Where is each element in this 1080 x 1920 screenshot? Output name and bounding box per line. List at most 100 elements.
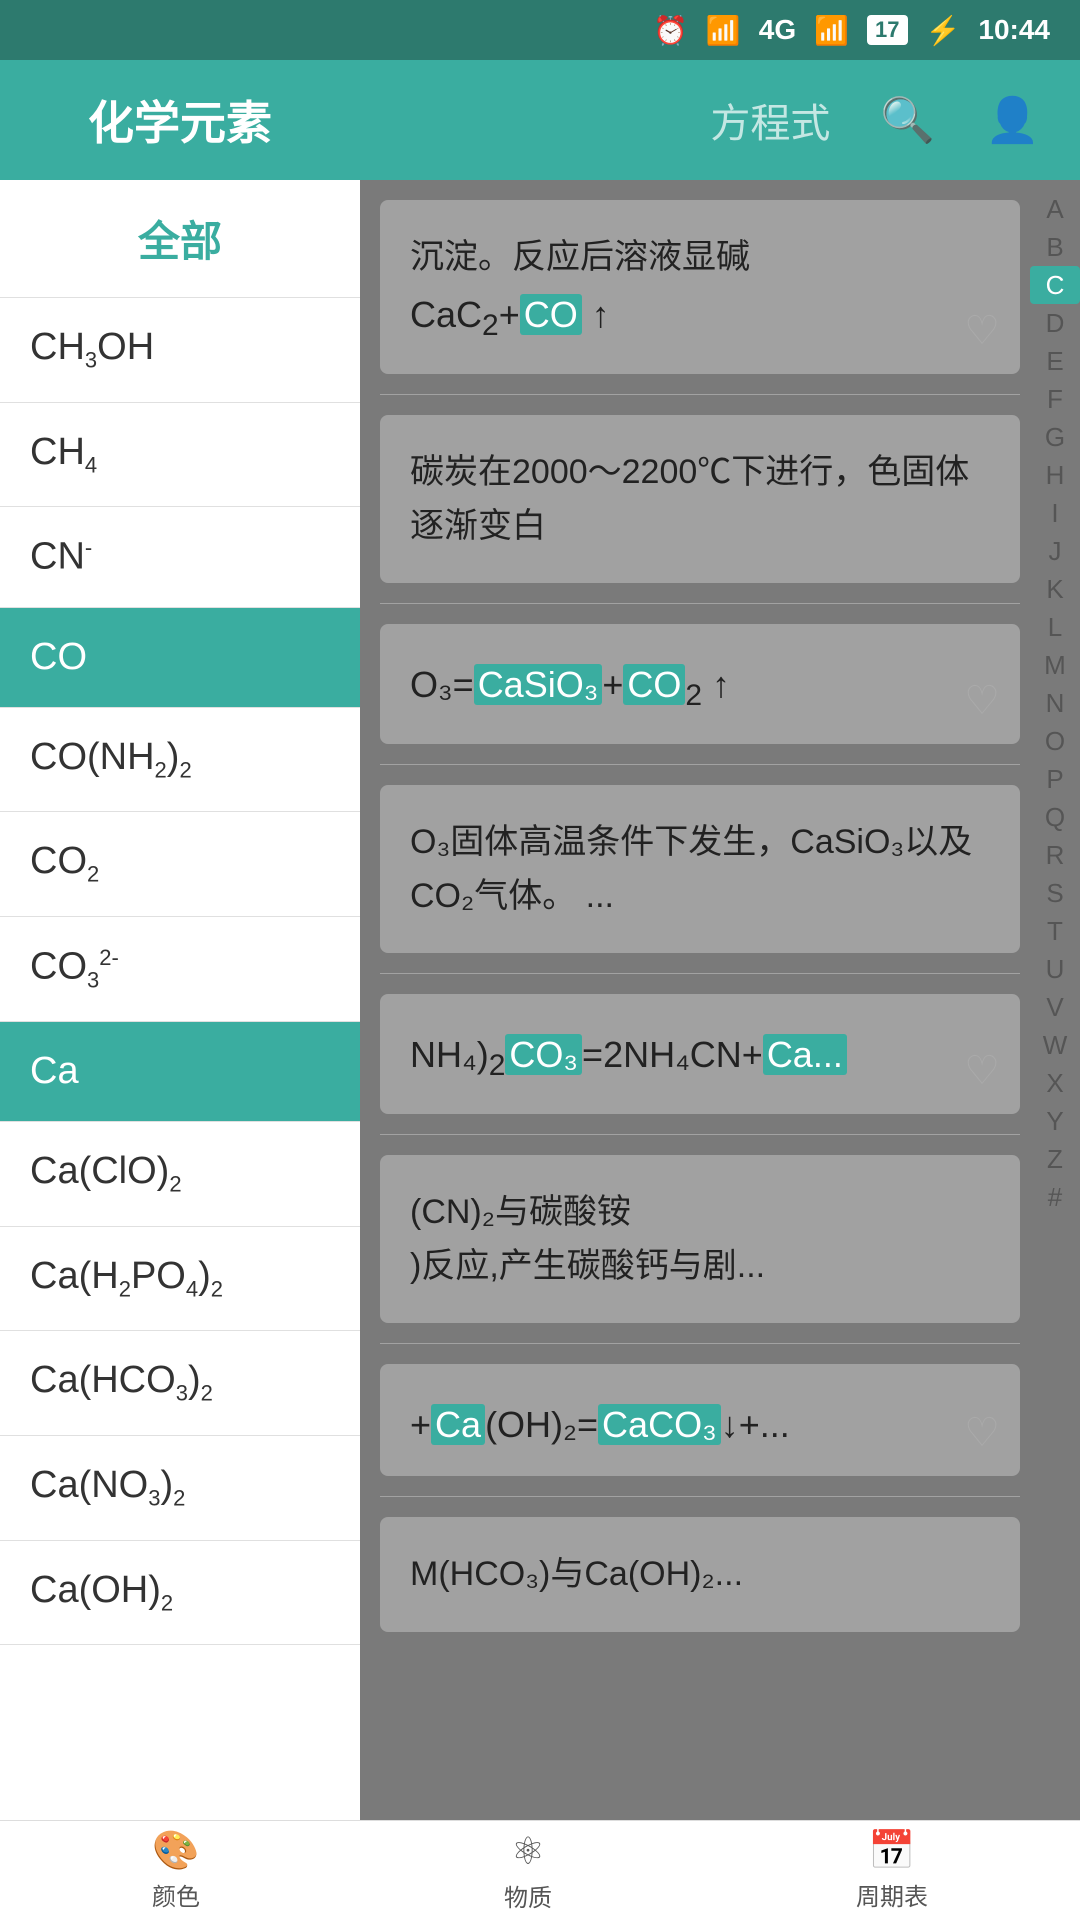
bottom-nav: 🎨 颜色 ⚛ 物质 📅 周期表 [0,1820,1080,1920]
charging-icon: ⚡ [926,14,961,47]
alpha-k[interactable]: K [1030,570,1080,608]
battery-label: 17 [867,15,907,45]
sidebar-item-ca-hco3-2[interactable]: Ca(HCO3)2 [0,1331,360,1436]
header: 化学元素 方程式 🔍 👤 [0,60,1080,180]
alpha-o[interactable]: O [1030,722,1080,760]
card-1-heart[interactable]: ♡ [964,308,1000,354]
divider-3 [380,764,1020,765]
divider-1 [380,394,1020,395]
card-2: 碳炭在2000～2200℃下进行，色固体逐渐变白 [380,415,1020,584]
alpha-index: A B C D E F G H I J K L M N O P Q R S T … [1030,180,1080,1820]
card-7-highlight-caco3: CaCO₃ [598,1404,721,1445]
alpha-f[interactable]: F [1030,380,1080,418]
card-7: +Ca(OH)₂=CaCO₃↓+... ♡ [380,1364,1020,1476]
bars-icon: 📶 [814,14,849,47]
colors-icon: 🎨 [152,1829,199,1873]
card-3: O₃=CaSiO₃+CO2 ↑ ♡ [380,624,1020,743]
main-layout: 全部 CH3OH CH4 CN- CO CO(NH2)2 CO2 CO32- [0,180,1080,1820]
alpha-s[interactable]: S [1030,874,1080,912]
card-7-highlight-ca: Ca [431,1404,485,1445]
matter-label: 物质 [504,1878,552,1913]
matter-icon: ⚛ [511,1829,545,1874]
card-5-formula: NH₄)2CO₃=2NH₄CN+Ca... [410,1034,990,1083]
content-area: A B C D E F G H I J K L M N O P Q R S T … [360,180,1080,1820]
card-5-heart[interactable]: ♡ [964,1048,1000,1094]
divider-6 [380,1343,1020,1344]
sidebar-item-ca-clo-2[interactable]: Ca(ClO)2 [0,1122,360,1227]
card-3-formula: O₃=CaSiO₃+CO2 ↑ [410,664,990,713]
card-5: NH₄)2CO₃=2NH₄CN+Ca... ♡ [380,994,1020,1113]
periodic-label: 周期表 [856,1877,928,1912]
alpha-i[interactable]: I [1030,494,1080,532]
card-1: 沉淀。反应后溶液显碱 CaC2+CO ↑ ♡ [380,200,1020,374]
card-1-formula: CaC2+CO ↑ [410,294,990,343]
sidebar-item-co[interactable]: CO [0,608,360,708]
signal-label: 4G [759,14,796,46]
alpha-z[interactable]: Z [1030,1140,1080,1178]
card-2-text: 碳炭在2000～2200℃下进行，色固体逐渐变白 [410,445,990,554]
sidebar-item-ca-h2po4-2[interactable]: Ca(H2PO4)2 [0,1227,360,1332]
sidebar-item-co-nh2-2[interactable]: CO(NH2)2 [0,708,360,813]
alpha-w[interactable]: W [1030,1026,1080,1064]
sidebar-item-ch4[interactable]: CH4 [0,403,360,508]
periodic-icon: 📅 [868,1829,915,1873]
nav-matter[interactable]: ⚛ 物质 [504,1829,552,1913]
user-icon[interactable]: 👤 [985,94,1040,146]
alpha-a[interactable]: A [1030,190,1080,228]
status-bar: ⏰ 📶 4G 📶 17 ⚡ 10:44 [0,0,1080,60]
search-icon[interactable]: 🔍 [880,94,935,146]
alpha-d[interactable]: D [1030,304,1080,342]
alpha-hash[interactable]: # [1030,1178,1080,1216]
card-5-highlight-ca: Ca... [763,1034,847,1075]
card-7-heart[interactable]: ♡ [964,1410,1000,1456]
alpha-l[interactable]: L [1030,608,1080,646]
alpha-g[interactable]: G [1030,418,1080,456]
alpha-v[interactable]: V [1030,988,1080,1026]
sidebar-all-button[interactable]: 全部 [0,180,360,298]
alpha-x[interactable]: X [1030,1064,1080,1102]
card-8: M(HCO₃)与Ca(OH)₂... [380,1517,1020,1631]
divider-5 [380,1134,1020,1135]
alpha-r[interactable]: R [1030,836,1080,874]
card-3-highlight-casio3: CaSiO₃ [474,664,603,705]
card-1-text: 沉淀。反应后溶液显碱 [410,230,990,284]
sidebar-item-co2[interactable]: CO2 [0,812,360,917]
sidebar-item-ch3oh[interactable]: CH3OH [0,298,360,403]
divider-4 [380,973,1020,974]
alpha-u[interactable]: U [1030,950,1080,988]
alpha-h[interactable]: H [1030,456,1080,494]
time-label: 10:44 [978,14,1050,46]
sidebar-item-ca[interactable]: Ca [0,1022,360,1122]
card-3-heart[interactable]: ♡ [964,678,1000,724]
alpha-c[interactable]: C [1030,266,1080,304]
nav-colors[interactable]: 🎨 颜色 [152,1829,200,1912]
card-4-text: O₃固体高温条件下发生，CaSiO₃以及CO₂气体。 ... [410,815,990,924]
sidebar-item-ca-no3-2[interactable]: Ca(NO3)2 [0,1436,360,1541]
alpha-q[interactable]: Q [1030,798,1080,836]
card-6-text: (CN)₂与碳酸铵)反应,产生碳酸钙与剧... [410,1185,990,1294]
alpha-m[interactable]: M [1030,646,1080,684]
card-8-text: M(HCO₃)与Ca(OH)₂... [410,1547,990,1601]
card-7-formula: +Ca(OH)₂=CaCO₃↓+... [410,1404,990,1446]
alpha-e[interactable]: E [1030,342,1080,380]
card-5-highlight-co3: CO₃ [505,1034,582,1075]
alpha-t[interactable]: T [1030,912,1080,950]
card-3-highlight-co2: CO [623,664,685,705]
alpha-b[interactable]: B [1030,228,1080,266]
divider-7 [380,1496,1020,1497]
alpha-y[interactable]: Y [1030,1102,1080,1140]
wifi-icon: 📶 [706,14,741,47]
alpha-p[interactable]: P [1030,760,1080,798]
equation-tab[interactable]: 方程式 [710,91,830,149]
card-6: (CN)₂与碳酸铵)反应,产生碳酸钙与剧... [380,1155,1020,1324]
clock-icon: ⏰ [653,14,688,47]
nav-periodic[interactable]: 📅 周期表 [856,1829,928,1912]
sidebar: 全部 CH3OH CH4 CN- CO CO(NH2)2 CO2 CO32- [0,180,360,1820]
alpha-j[interactable]: J [1030,532,1080,570]
header-right: 方程式 🔍 👤 [360,91,1080,149]
colors-label: 颜色 [152,1877,200,1912]
sidebar-item-ca-oh[interactable]: Ca(OH)2 [0,1541,360,1646]
alpha-n[interactable]: N [1030,684,1080,722]
sidebar-item-cn-[interactable]: CN- [0,507,360,608]
sidebar-item-co3-2-[interactable]: CO32- [0,917,360,1022]
